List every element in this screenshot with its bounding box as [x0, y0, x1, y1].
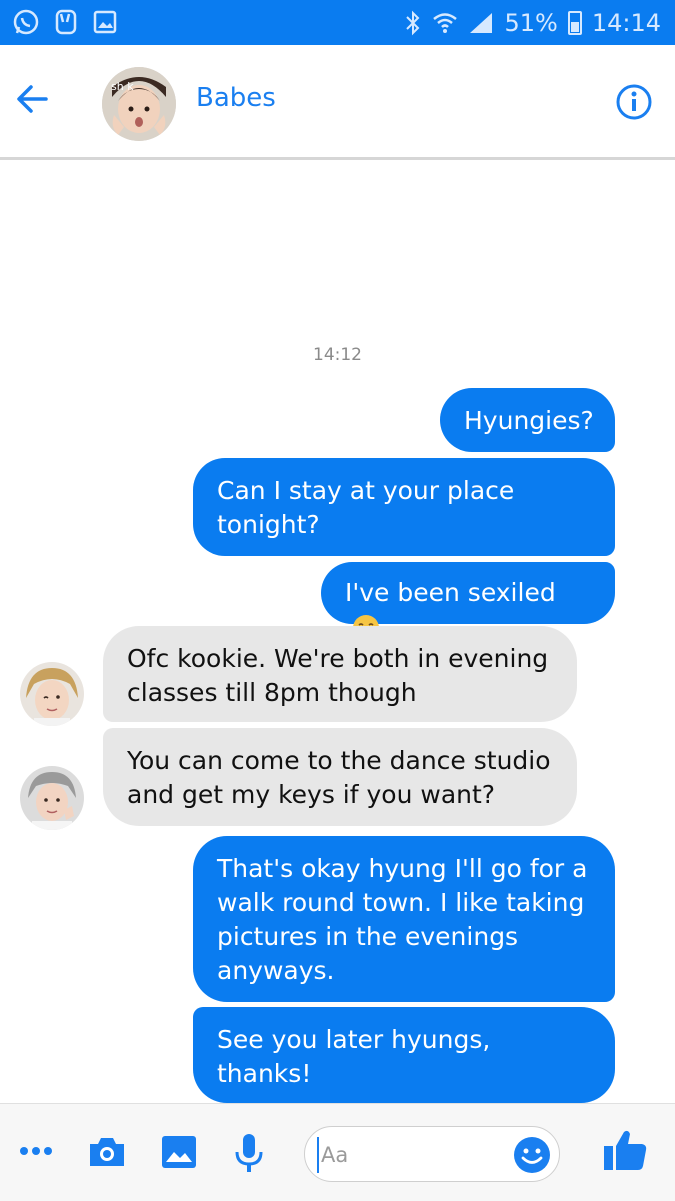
message-text: That's okay hyung I'll go for a walk rou… — [217, 854, 588, 985]
message-text: Ofc kookie. We're both in evening classe… — [127, 644, 549, 707]
battery-percent: 51% — [504, 8, 558, 37]
like-icon[interactable] — [602, 1128, 648, 1172]
gallery-icon[interactable] — [160, 1134, 198, 1170]
more-icon[interactable] — [18, 1144, 54, 1158]
wifi-icon — [433, 12, 458, 33]
bluetooth-icon — [406, 10, 420, 35]
sender-photo — [20, 766, 84, 830]
message-text: See you later hyungs, thanks! — [217, 1025, 491, 1088]
incoming-message[interactable]: You can come to the dance studio and get… — [103, 728, 577, 826]
status-right: 51% 14:14 — [404, 0, 661, 45]
outgoing-message[interactable]: Hyungies? — [440, 388, 615, 452]
avatar-text: sh k — [111, 80, 134, 93]
composer-bar — [0, 1103, 675, 1201]
whatsapp-icon — [13, 9, 39, 35]
sender-photo — [20, 662, 84, 726]
outgoing-message[interactable]: See you later hyungs, thanks! — [193, 1007, 615, 1103]
signal-icon — [470, 12, 493, 33]
camera-icon[interactable] — [86, 1134, 128, 1170]
info-icon[interactable] — [615, 83, 653, 121]
incoming-message[interactable]: Ofc kookie. We're both in evening classe… — [103, 626, 577, 722]
message-text: Can I stay at your place tonight? — [217, 476, 515, 539]
message-text: You can come to the dance studio and get… — [127, 746, 551, 809]
clock: 14:14 — [591, 8, 661, 37]
outgoing-message[interactable]: I've been sexiled — [321, 562, 615, 641]
peace-hand-icon — [55, 9, 77, 35]
microphone-icon[interactable] — [232, 1132, 266, 1174]
message-timestamp: 14:12 — [313, 345, 362, 365]
outgoing-message[interactable]: That's okay hyung I'll go for a walk rou… — [193, 836, 615, 1002]
message-text: I've been sexiled — [345, 578, 556, 607]
message-text: Hyungies? — [464, 406, 594, 435]
emoji-icon[interactable] — [513, 1136, 551, 1174]
gallery-icon — [93, 10, 117, 34]
contact-photo: sh k — [102, 67, 176, 141]
sender-avatar[interactable] — [20, 766, 84, 830]
message-input[interactable] — [317, 1137, 503, 1173]
sender-avatar[interactable] — [20, 662, 84, 726]
contact-avatar[interactable]: sh k — [102, 67, 176, 141]
battery-icon — [567, 10, 582, 35]
outgoing-message[interactable]: Can I stay at your place tonight? — [193, 458, 615, 556]
message-input-box[interactable] — [304, 1126, 560, 1182]
status-left-icons — [12, 8, 118, 36]
back-arrow-icon[interactable] — [14, 81, 50, 117]
conversation-header: sh k Babes — [0, 45, 675, 160]
status-bar: 51% 14:14 — [0, 0, 675, 45]
contact-name[interactable]: Babes — [196, 83, 276, 113]
